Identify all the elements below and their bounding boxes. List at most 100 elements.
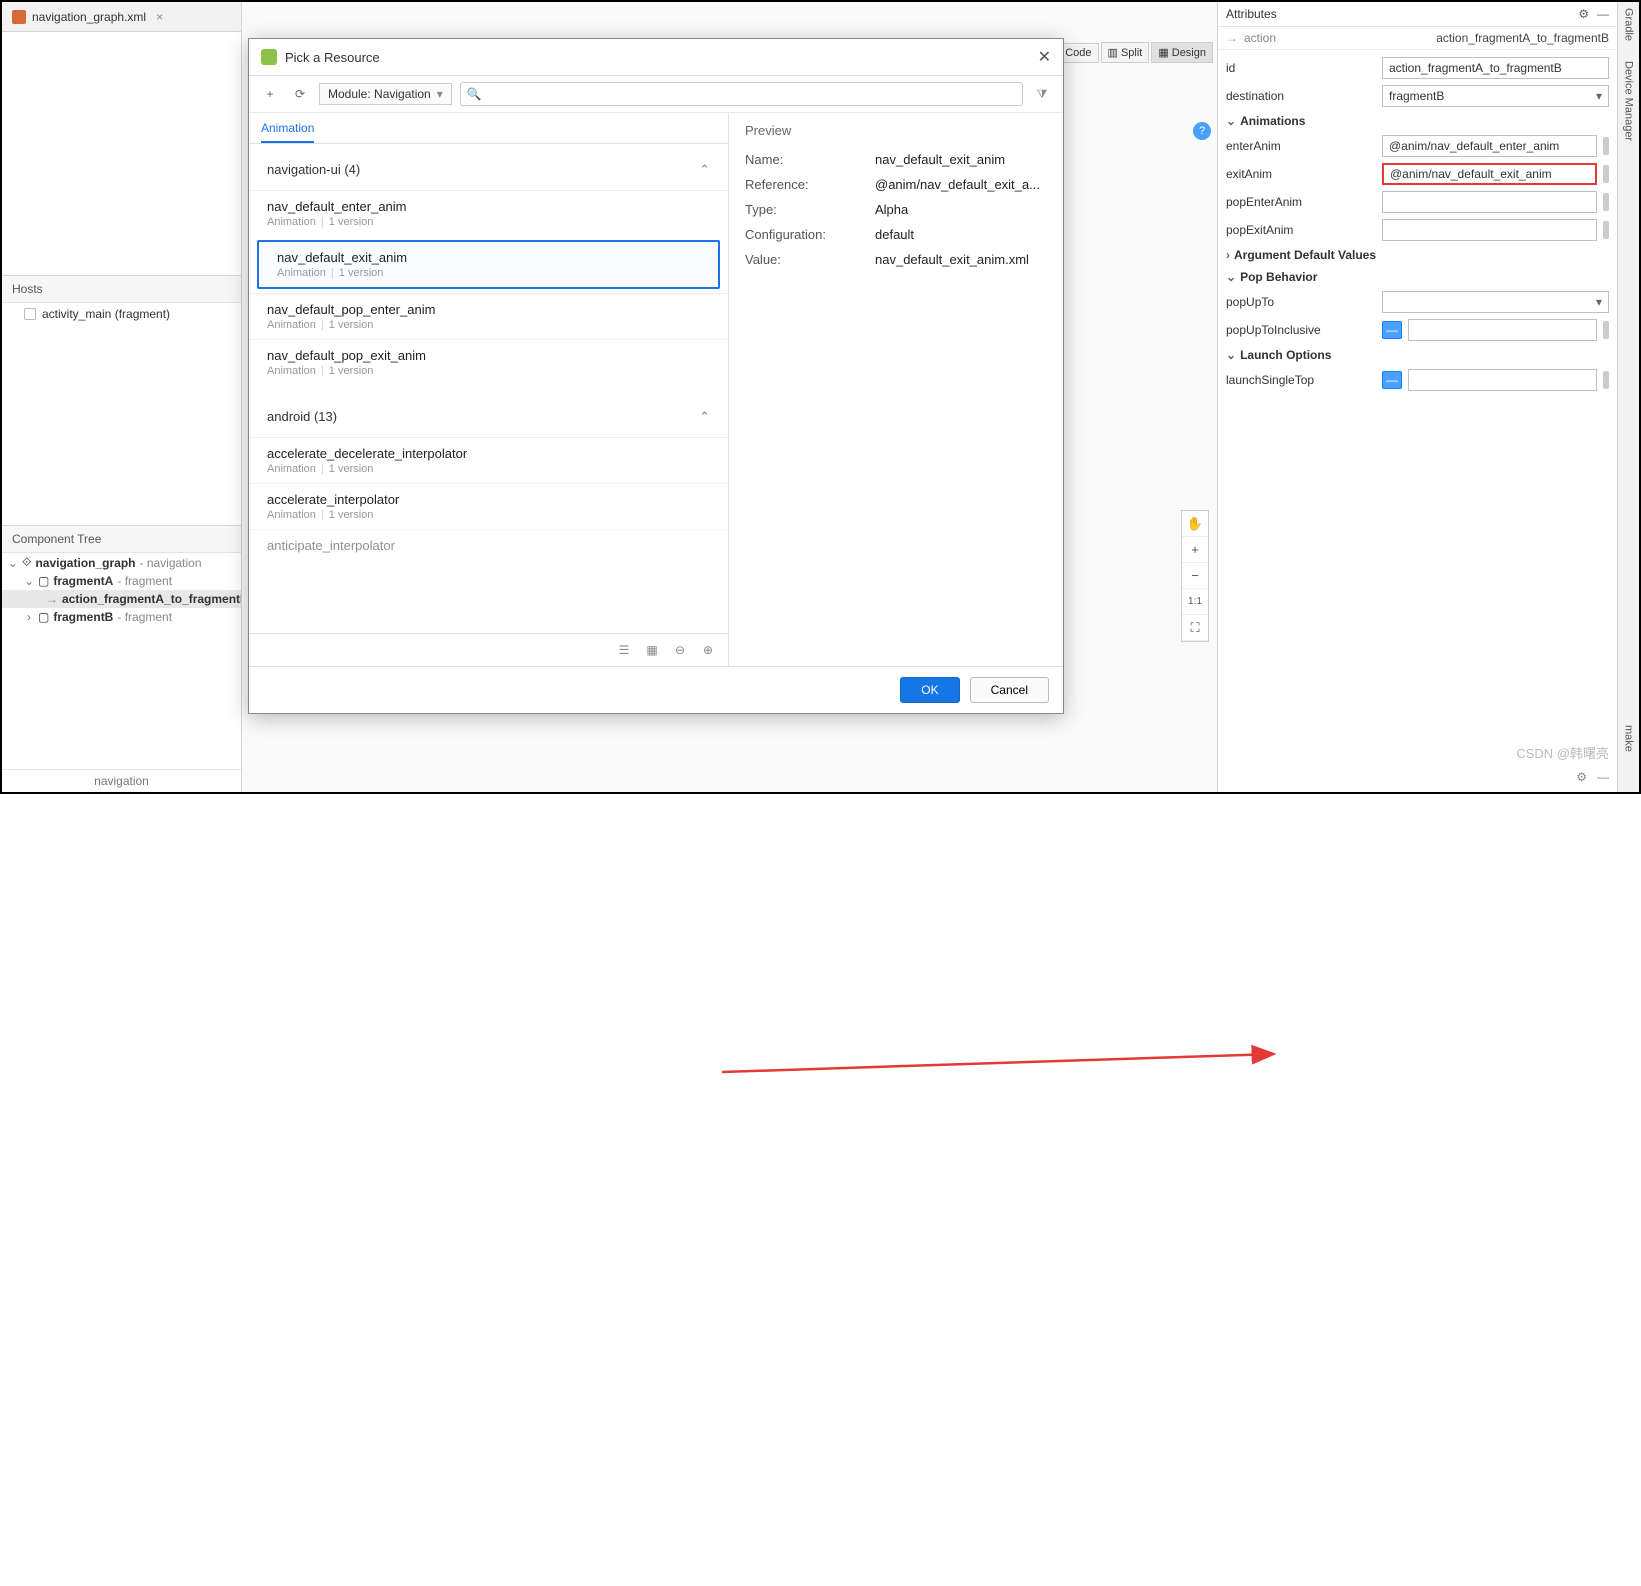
launchsingletop-label: launchSingleTop bbox=[1226, 373, 1376, 387]
make-sidebar[interactable]: make bbox=[1623, 725, 1635, 752]
resource-item-pop-exit[interactable]: nav_default_pop_exit_anim Animation|1 ve… bbox=[249, 339, 728, 385]
pan-tool-icon[interactable]: ✋ bbox=[1182, 511, 1208, 537]
indicator-icon[interactable] bbox=[1603, 137, 1609, 155]
dialog-title: Pick a Resource bbox=[285, 50, 380, 65]
zoom-out-icon[interactable]: − bbox=[1182, 563, 1208, 589]
annotation-arrow bbox=[2, 792, 1641, 1586]
nav-footer: navigation bbox=[2, 769, 241, 792]
chevron-down-icon[interactable]: ⌄ bbox=[1226, 348, 1236, 362]
tree-root[interactable]: ⌄ ⟐ navigation_graph - navigation bbox=[2, 553, 241, 572]
filter-icon[interactable]: ⧩ bbox=[1031, 83, 1053, 105]
close-icon[interactable]: ✕ bbox=[1038, 47, 1051, 67]
action-arrow-icon: → bbox=[46, 592, 58, 606]
module-selector[interactable]: Module: Navigation▾ bbox=[319, 83, 452, 105]
preview-value: nav_default_exit_anim.xml bbox=[875, 252, 1047, 267]
component-tree-header: Component Tree bbox=[2, 526, 241, 553]
popuptoinclusive-field[interactable] bbox=[1408, 319, 1597, 341]
add-icon[interactable]: + bbox=[259, 83, 281, 105]
indicator-icon[interactable] bbox=[1603, 165, 1609, 183]
gear-icon[interactable]: ⚙ bbox=[1578, 7, 1589, 21]
close-tab-icon[interactable]: × bbox=[156, 10, 163, 24]
preview-header: Preview bbox=[745, 123, 1047, 138]
nav-graph-icon: ⟐ bbox=[22, 555, 31, 570]
file-icon bbox=[12, 10, 26, 24]
ok-button[interactable]: OK bbox=[900, 677, 959, 703]
android-icon bbox=[261, 49, 277, 65]
editor-tab[interactable]: navigation_graph.xml × bbox=[2, 2, 241, 32]
gear-icon[interactable]: ⚙ bbox=[1576, 770, 1587, 784]
resource-item-enter[interactable]: nav_default_enter_anim Animation|1 versi… bbox=[249, 190, 728, 236]
launchsingletop-checkbox[interactable]: — bbox=[1382, 371, 1402, 389]
popexitanim-field[interactable] bbox=[1382, 219, 1597, 241]
popuptoinclusive-checkbox[interactable]: — bbox=[1382, 321, 1402, 339]
indicator-icon[interactable] bbox=[1603, 221, 1609, 239]
fragment-icon: ▢ bbox=[38, 574, 49, 588]
preview-config: default bbox=[875, 227, 1047, 242]
chevron-down-icon[interactable]: ⌄ bbox=[8, 556, 18, 570]
gradle-sidebar[interactable]: Gradle bbox=[1623, 8, 1635, 41]
popbehavior-section[interactable]: Pop Behavior bbox=[1240, 270, 1317, 284]
exitanim-field[interactable]: @anim/nav_default_exit_anim bbox=[1382, 163, 1597, 185]
resource-item-pop-enter[interactable]: nav_default_pop_enter_anim Animation|1 v… bbox=[249, 293, 728, 339]
tree-fragment-a[interactable]: ⌄ ▢ fragmentA - fragment bbox=[2, 572, 241, 590]
chevron-down-icon[interactable]: ⌄ bbox=[1226, 270, 1236, 284]
hosts-header: Hosts bbox=[2, 276, 241, 303]
view-design-button[interactable]: ▦Design bbox=[1151, 42, 1213, 63]
chevron-down-icon[interactable]: ⌄ bbox=[24, 574, 34, 588]
launchoptions-section[interactable]: Launch Options bbox=[1240, 348, 1331, 362]
indicator-icon[interactable] bbox=[1603, 371, 1609, 389]
id-field[interactable]: action_fragmentA_to_fragmentB bbox=[1382, 57, 1609, 79]
list-view-icon[interactable]: ☰ bbox=[614, 640, 634, 660]
plus-circle-icon[interactable]: ⊕ bbox=[698, 640, 718, 660]
destination-field[interactable]: fragmentB bbox=[1382, 85, 1609, 107]
zoom-toolbar: ✋ + − 1:1 ⛶ bbox=[1181, 510, 1209, 642]
id-label: id bbox=[1226, 61, 1376, 75]
resource-item-exit[interactable]: nav_default_exit_anim Animation|1 versio… bbox=[257, 240, 720, 289]
breadcrumb-value: action_fragmentA_to_fragmentB bbox=[1436, 31, 1609, 45]
indicator-icon[interactable] bbox=[1603, 193, 1609, 211]
popenteranim-label: popEnterAnim bbox=[1226, 195, 1376, 209]
enteranim-field[interactable]: @anim/nav_default_enter_anim bbox=[1382, 135, 1597, 157]
cancel-button[interactable]: Cancel bbox=[970, 677, 1049, 703]
popenteranim-field[interactable] bbox=[1382, 191, 1597, 213]
help-icon[interactable]: ? bbox=[1193, 122, 1211, 140]
zoom-fit-icon[interactable]: ⛶ bbox=[1182, 615, 1208, 641]
zoom-1to1-icon[interactable]: 1:1 bbox=[1182, 589, 1208, 615]
chevron-down-icon[interactable]: ⌄ bbox=[1226, 114, 1236, 128]
destination-label: destination bbox=[1226, 89, 1376, 103]
chevron-right-icon[interactable]: › bbox=[24, 610, 34, 624]
layout-icon bbox=[24, 308, 36, 320]
search-icon: 🔍 bbox=[467, 87, 482, 101]
hosts-item[interactable]: activity_main (fragment) bbox=[2, 303, 241, 325]
minus-circle-icon[interactable]: ⊖ bbox=[670, 640, 690, 660]
grid-view-icon[interactable]: ▦ bbox=[642, 640, 662, 660]
resource-item-accel[interactable]: accelerate_interpolator Animation|1 vers… bbox=[249, 483, 728, 529]
zoom-in-icon[interactable]: + bbox=[1182, 537, 1208, 563]
chevron-right-icon[interactable]: › bbox=[1226, 248, 1230, 262]
popupto-field[interactable] bbox=[1382, 291, 1609, 313]
animations-section[interactable]: Animations bbox=[1240, 114, 1305, 128]
search-input[interactable]: 🔍 bbox=[460, 82, 1023, 106]
minimize-icon[interactable]: — bbox=[1597, 7, 1609, 21]
indicator-icon[interactable] bbox=[1603, 321, 1609, 339]
resource-item-anticipate[interactable]: anticipate_interpolator bbox=[249, 529, 728, 561]
preview-name: nav_default_exit_anim bbox=[875, 152, 1047, 167]
tab-filename: navigation_graph.xml bbox=[32, 10, 146, 24]
popupto-label: popUpTo bbox=[1226, 295, 1376, 309]
launchsingletop-field[interactable] bbox=[1408, 369, 1597, 391]
device-manager-sidebar[interactable]: Device Manager bbox=[1623, 61, 1635, 141]
tree-fragment-b[interactable]: › ▢ fragmentB - fragment bbox=[2, 608, 241, 626]
attributes-title: Attributes bbox=[1226, 7, 1277, 21]
preview-type: Alpha bbox=[875, 202, 1047, 217]
argdefaults-section[interactable]: Argument Default Values bbox=[1234, 248, 1376, 262]
group-navigation-ui[interactable]: navigation-ui (4)⌃ bbox=[249, 150, 728, 190]
minimize-icon[interactable]: — bbox=[1597, 770, 1609, 784]
tab-animation[interactable]: Animation bbox=[261, 121, 314, 143]
refresh-icon[interactable]: ⟳ bbox=[289, 83, 311, 105]
resource-item-accel-decel[interactable]: accelerate_decelerate_interpolator Anima… bbox=[249, 437, 728, 483]
view-split-button[interactable]: ▥Split bbox=[1101, 42, 1150, 63]
breadcrumb-type: action bbox=[1244, 31, 1276, 45]
tree-action[interactable]: → action_fragmentA_to_fragmentB bbox=[2, 590, 241, 608]
chevron-up-icon: ⌃ bbox=[699, 162, 710, 178]
group-android[interactable]: android (13)⌃ bbox=[249, 397, 728, 437]
